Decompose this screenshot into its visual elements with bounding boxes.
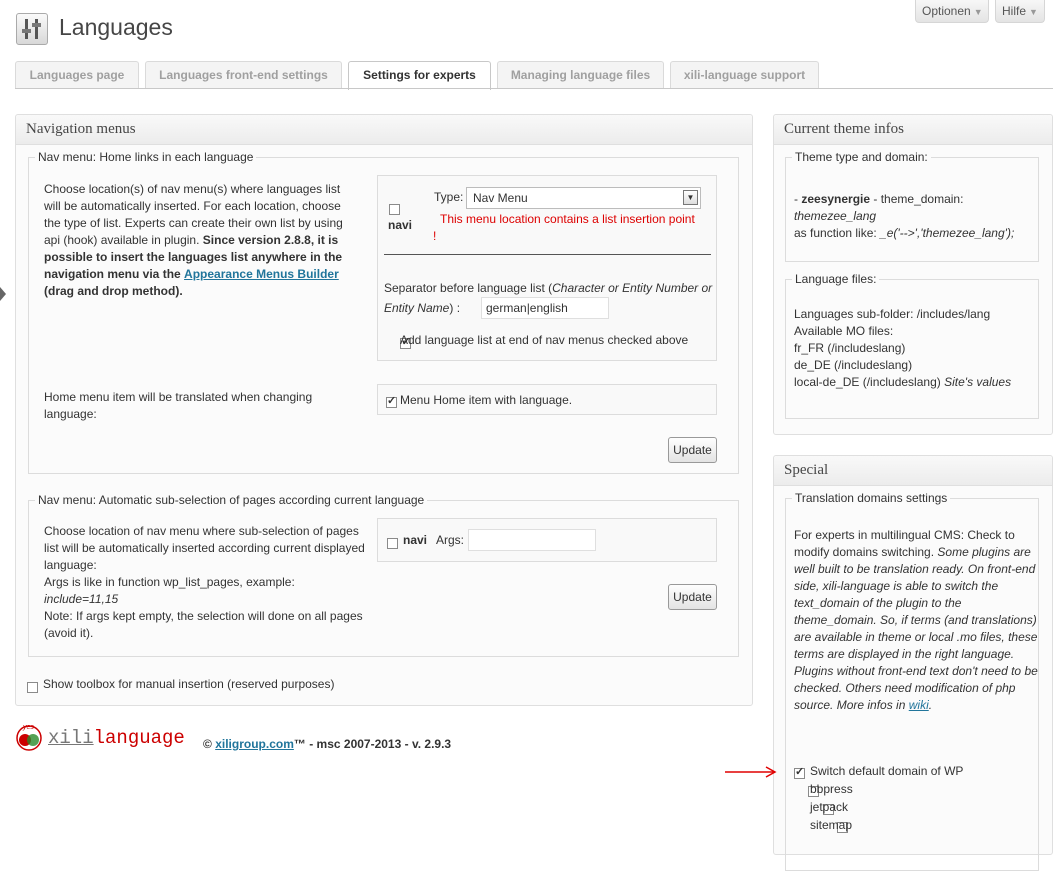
type-select-value: Nav Menu <box>473 191 528 205</box>
fieldset-legend: Theme type and domain: <box>795 150 928 164</box>
option-label: sitemap <box>810 818 853 832</box>
domains-italic-text: Some plugins are well built to be transl… <box>794 545 1038 712</box>
insertion-point-warning: This menu location contains a list inser… <box>440 212 695 226</box>
screen-options-label: Optionen <box>922 4 971 18</box>
tab-languages-page[interactable]: Languages page <box>15 61 139 89</box>
nav-location-box: navi Type: Nav Menu ▼ This menu location… <box>377 175 717 361</box>
separator-end: ) : <box>449 301 461 315</box>
tab-managing-language-files[interactable]: Managing language files <box>497 61 664 89</box>
mo-file-name: local-de_DE (/includeslang) <box>794 375 941 389</box>
postbox-title: Special <box>784 462 829 478</box>
fieldset-legend: Language files: <box>795 272 877 286</box>
home-item-description: Home menu item will be translated when c… <box>44 390 313 421</box>
site-values-note: Site's values <box>944 375 1012 389</box>
home-item-label: Menu Home item with language. <box>400 393 573 407</box>
mo-file-item: fr_FR (/includeslang) <box>794 341 906 355</box>
sub-selection-location-box: navi Args: <box>377 518 717 562</box>
xili-logo: xililanguage <box>48 727 185 749</box>
tab-settings-for-experts[interactable]: Settings for experts <box>348 61 491 90</box>
postbox-title: Navigation menus <box>26 121 136 137</box>
credit-text: ™ - msc 2007-2013 - v. 2.9.3 <box>293 737 452 751</box>
args-input[interactable] <box>468 529 596 551</box>
navigation-menus-box: Navigation menus Nav menu: Home links in… <box>15 114 753 706</box>
sub-selection-description: Choose location of nav menu where sub-se… <box>44 523 369 642</box>
warning-mark: ! <box>433 229 437 243</box>
function-label: as function like: <box>794 226 881 240</box>
page-title: Languages <box>59 14 173 40</box>
theme-type-text: - zeesynergie - theme_domain: themezee_l… <box>794 191 1039 242</box>
chevron-down-icon: ▼ <box>683 190 698 205</box>
option-label: jetpack <box>810 800 849 814</box>
tab-xili-language-support[interactable]: xili-language support <box>670 61 819 89</box>
switch-default-domain-checkbox[interactable] <box>794 765 805 780</box>
sub-selection-navi-checkbox[interactable] <box>387 538 398 550</box>
option-label: Switch default domain of WP <box>810 764 964 778</box>
divider <box>384 254 711 255</box>
bold-note-end: (drag and drop method). <box>44 284 183 298</box>
location-label: navi <box>388 218 413 232</box>
language-files-text: Languages sub-folder: /includes/lang Ava… <box>794 306 1039 391</box>
help-label: Hilfe <box>1002 4 1027 18</box>
update-button[interactable]: Update <box>668 584 717 610</box>
chevron-down-icon: ▼ <box>1029 7 1038 17</box>
location-label: navi <box>403 533 428 547</box>
description-line: Note: If args kept empty, the selection … <box>44 609 363 640</box>
postbox-header[interactable]: Special <box>774 456 1052 486</box>
separator-text: Separator before language list ( <box>384 281 553 295</box>
wiki-link[interactable]: wiki <box>909 698 929 712</box>
description-line: Choose location of nav menu where sub-se… <box>44 524 365 572</box>
home-item-box: Menu Home item with language. <box>377 384 717 415</box>
logo-prefix: xili <box>48 727 94 749</box>
fieldset-legend: Translation domains settings <box>795 491 948 505</box>
theme-infos-box: Current theme infos Theme type and domai… <box>773 114 1053 435</box>
fieldset-legend: Nav menu: Home links in each language <box>38 150 254 164</box>
location-navi-checkbox[interactable] <box>389 204 400 216</box>
example-text: include=11,15 <box>44 592 119 606</box>
fieldset-legend: Nav menu: Automatic sub-selection of pag… <box>38 493 425 507</box>
mo-file-item: local-de_DE (/includeslang) Site's value… <box>794 374 1039 391</box>
type-label: Type: <box>434 190 464 204</box>
home-links-description: Choose location(s) of nav menu(s) where … <box>44 181 358 300</box>
home-item-checkbox[interactable] <box>386 394 397 409</box>
description-line: Args is like in function wp_list_pages, … <box>44 575 295 589</box>
example-value: include=11,15 <box>44 591 369 608</box>
function-value: _e('-->','themezee_lang'); <box>880 226 1015 240</box>
theme-name: zeesynergie <box>801 192 871 206</box>
add-list-label: Add language list at end of nav menus ch… <box>400 333 689 347</box>
toolbox-checkbox[interactable] <box>27 682 38 694</box>
settings-icon <box>16 13 48 45</box>
update-button[interactable]: Update <box>668 437 717 463</box>
type-select[interactable]: Nav Menu ▼ <box>466 187 701 209</box>
separator-input[interactable]: german|english <box>481 297 609 319</box>
tab-front-end-settings[interactable]: Languages front-end settings <box>145 61 342 89</box>
subfolder-text: Languages sub-folder: /includes/lang <box>794 307 991 321</box>
domain-value: themezee_lang <box>794 209 877 223</box>
xiligroup-link[interactable]: xiligroup.com <box>215 737 294 751</box>
special-box: Special Translation domains settings For… <box>773 455 1053 871</box>
domains-description: For experts in multilingual CMS: Check t… <box>794 528 1038 712</box>
tabs-divider <box>15 88 1053 89</box>
more-infos-text: More infos in <box>836 698 906 712</box>
logo-suffix: language <box>93 727 185 749</box>
postbox-title: Current theme infos <box>784 121 904 137</box>
args-label: Args: <box>436 533 465 547</box>
xili-logo-icon: yes <box>16 724 42 751</box>
postbox-header[interactable]: Current theme infos <box>774 115 1052 145</box>
chevron-down-icon: ▼ <box>973 7 983 17</box>
collapse-arrow-icon[interactable] <box>0 287 6 301</box>
copyright-symbol: © <box>203 737 212 751</box>
postbox-header[interactable]: Navigation menus <box>16 115 752 145</box>
footer-credit: © xiligroup.com™ - msc 2007-2013 - v. 2.… <box>203 737 451 751</box>
appearance-menus-builder-link[interactable]: Appearance Menus Builder <box>184 267 339 281</box>
toolbox-label: Show toolbox for manual insertion (reser… <box>43 677 335 691</box>
domain-label: - theme_domain: <box>870 192 964 206</box>
option-label: bbpress <box>810 782 853 796</box>
annotation-arrow-icon <box>725 766 777 778</box>
mo-file-item: de_DE (/includeslang) <box>794 358 913 372</box>
screen-options-button[interactable]: Optionen ▼ <box>915 0 989 23</box>
logo-badge: yes <box>23 724 34 731</box>
help-button[interactable]: Hilfe ▼ <box>995 0 1045 23</box>
available-text: Available MO files: <box>794 324 894 338</box>
